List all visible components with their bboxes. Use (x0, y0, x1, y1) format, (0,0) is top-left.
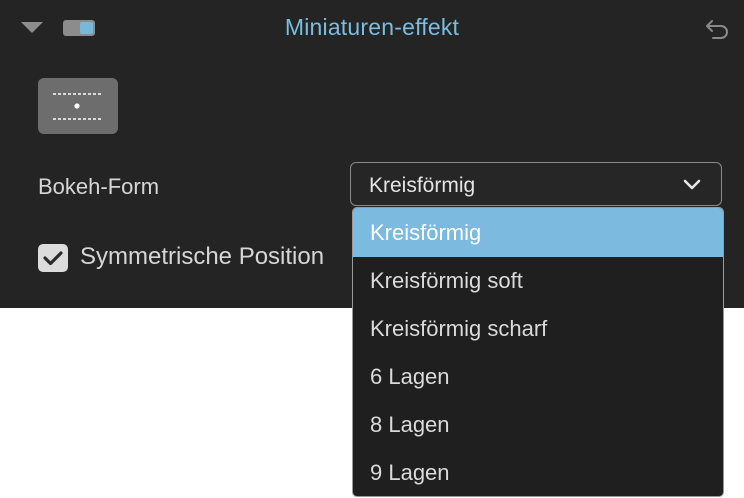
undo-arrow-icon[interactable] (704, 14, 732, 42)
symmetric-position-label: Symmetrische Position (80, 243, 325, 270)
panel-header: Miniaturen-effekt (0, 0, 744, 56)
dropdown-option[interactable]: Kreisförmig scharf (353, 305, 723, 353)
symmetric-position-checkbox[interactable] (38, 244, 68, 272)
bokeh-form-label: Bokeh-Form (38, 174, 160, 199)
dropdown-option[interactable]: 6 Lagen (353, 353, 723, 401)
dotted-lines-mode-icon (53, 93, 101, 120)
chevron-down-icon (683, 179, 701, 190)
bokeh-form-select[interactable]: Kreisförmig (350, 162, 722, 206)
checkmark-icon (43, 251, 63, 266)
panel-title: Miniaturen-effekt (284, 14, 460, 40)
bokeh-form-selected-value: Kreisförmig (369, 174, 476, 197)
dropdown-option[interactable]: 8 Lagen (353, 401, 723, 449)
bokeh-form-dropdown: Kreisförmig Kreisförmig soft Kreisförmig… (352, 207, 724, 497)
dropdown-option[interactable]: 9 Lagen (353, 449, 723, 496)
miniature-mode-button[interactable] (38, 78, 118, 134)
dropdown-option[interactable]: Kreisförmig soft (353, 257, 723, 305)
dropdown-option[interactable]: Kreisförmig (353, 208, 723, 257)
